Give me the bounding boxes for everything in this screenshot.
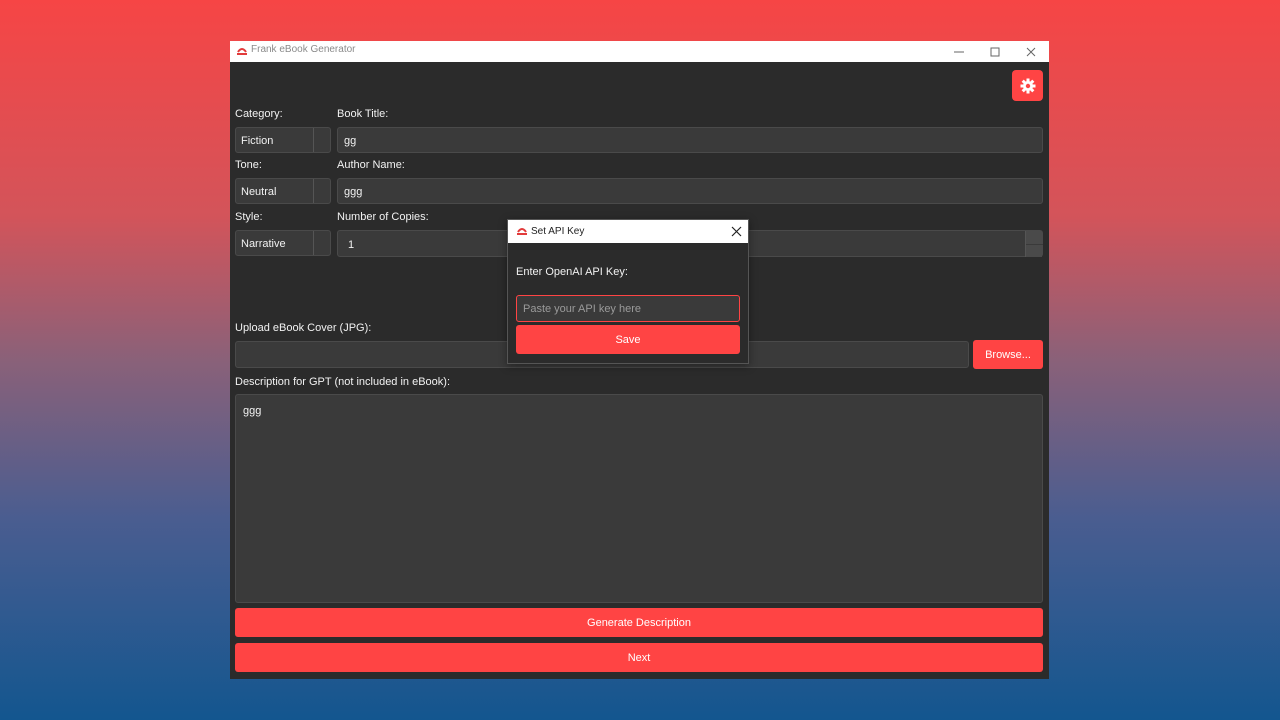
app-logo-icon [517, 228, 527, 235]
style-value: Narrative [241, 238, 286, 250]
next-button[interactable]: Next [235, 643, 1043, 672]
close-icon [731, 226, 741, 236]
title-bar: Frank eBook Generator [230, 41, 1049, 62]
category-select[interactable]: Fiction [235, 127, 331, 153]
copies-value: 1 [348, 239, 355, 251]
tone-label: Tone: [235, 159, 262, 171]
author-name-input[interactable]: ggg [337, 178, 1043, 204]
category-dropdown-button[interactable] [313, 128, 330, 152]
copies-stepper[interactable] [1025, 231, 1043, 257]
dialog-close-button[interactable] [728, 223, 744, 239]
dialog-title: Set API Key [531, 226, 585, 237]
category-label: Category: [235, 108, 283, 120]
api-key-prompt: Enter OpenAI API Key: [516, 266, 628, 278]
book-title-label: Book Title: [337, 108, 389, 120]
copies-label: Number of Copies: [337, 211, 429, 223]
close-icon [1026, 47, 1036, 56]
generate-description-button[interactable]: Generate Description [235, 608, 1043, 637]
style-label: Style: [235, 211, 263, 223]
description-label: Description for GPT (not included in eBo… [235, 376, 451, 388]
maximize-button[interactable] [977, 41, 1013, 62]
tone-value: Neutral [241, 186, 277, 198]
description-value: ggg [243, 405, 262, 417]
category-value: Fiction [241, 135, 274, 147]
maximize-icon [990, 47, 1000, 56]
minimize-button[interactable] [941, 41, 977, 62]
minimize-icon [954, 51, 964, 52]
style-select[interactable]: Narrative [235, 230, 331, 256]
window-title: Frank eBook Generator [251, 44, 356, 55]
save-button[interactable]: Save [516, 325, 740, 354]
description-textarea[interactable]: ggg [235, 394, 1043, 603]
api-key-input[interactable] [517, 296, 739, 321]
app-logo-icon [237, 48, 247, 55]
settings-button[interactable] [1012, 70, 1043, 101]
tone-dropdown-button[interactable] [313, 179, 330, 203]
style-dropdown-button[interactable] [313, 231, 330, 255]
browse-button[interactable]: Browse... [973, 340, 1043, 369]
cover-label: Upload eBook Cover (JPG): [235, 322, 372, 334]
book-title-value: gg [344, 135, 357, 147]
author-name-label: Author Name: [337, 159, 405, 171]
gear-icon [1020, 78, 1035, 93]
book-title-input[interactable]: gg [337, 127, 1043, 153]
close-button[interactable] [1013, 41, 1049, 62]
author-name-value: ggg [344, 186, 363, 198]
api-key-field[interactable] [516, 295, 740, 322]
tone-select[interactable]: Neutral [235, 178, 331, 204]
api-key-dialog: Set API Key Enter OpenAI API Key: Save [507, 219, 749, 364]
dialog-title-bar: Set API Key [508, 220, 748, 243]
